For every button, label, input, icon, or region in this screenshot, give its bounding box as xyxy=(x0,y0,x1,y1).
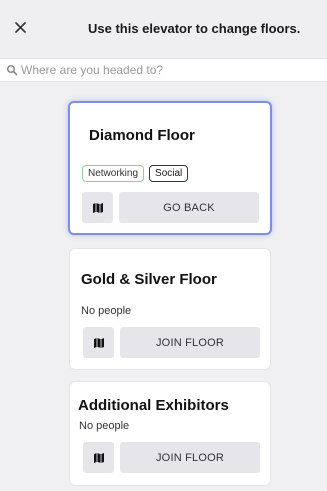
join-floor-button[interactable]: JOIN FLOOR xyxy=(120,442,260,473)
tag-networking[interactable]: Networking xyxy=(82,165,145,182)
search-input[interactable] xyxy=(21,61,321,79)
floor-card-diamond: Diamond Floor Networking Social GO BACK xyxy=(68,101,272,235)
search-bar xyxy=(0,58,327,82)
people-count: No people xyxy=(79,420,130,432)
floor-title: Additional Exhibitors xyxy=(78,397,229,414)
people-count: No people xyxy=(81,305,132,317)
go-back-button[interactable]: GO BACK xyxy=(119,192,259,223)
map-button[interactable] xyxy=(83,442,114,473)
search-icon xyxy=(6,64,18,76)
tag-list: Networking Social xyxy=(82,165,189,182)
floor-card-gold-silver: Gold & Silver Floor No people JOIN FLOOR xyxy=(69,248,271,370)
map-icon xyxy=(93,337,104,348)
join-floor-button[interactable]: JOIN FLOOR xyxy=(120,327,260,358)
floor-title: Gold & Silver Floor xyxy=(81,271,217,288)
map-button[interactable] xyxy=(82,192,113,223)
map-icon xyxy=(92,202,103,213)
close-icon xyxy=(14,21,26,33)
floor-title: Diamond Floor xyxy=(89,127,195,144)
close-button[interactable] xyxy=(11,18,29,36)
map-icon xyxy=(93,452,104,463)
floor-card-additional-exhibitors: Additional Exhibitors No people JOIN FLO… xyxy=(69,381,271,486)
tag-social[interactable]: Social xyxy=(149,165,189,182)
map-button[interactable] xyxy=(83,327,114,358)
header: Use this elevator to change floors. xyxy=(0,0,327,58)
page-title: Use this elevator to change floors. xyxy=(88,21,301,36)
